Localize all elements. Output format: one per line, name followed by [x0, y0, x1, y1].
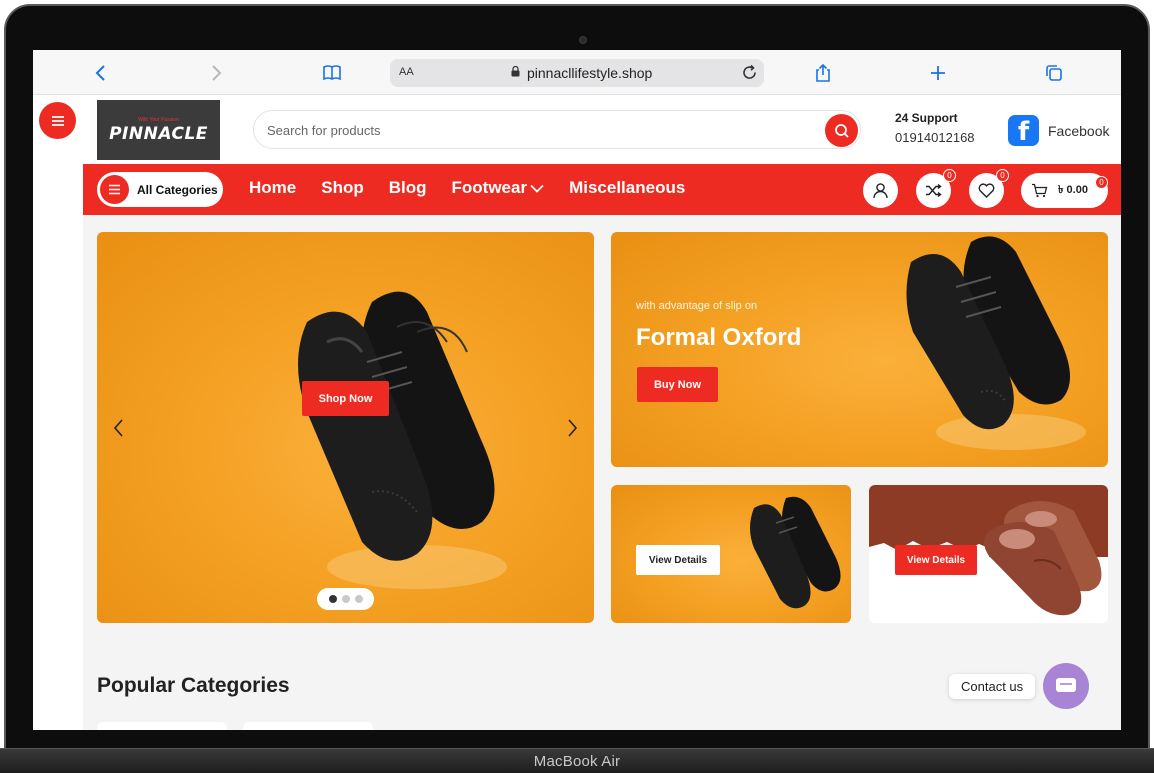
search-input[interactable]	[267, 120, 787, 140]
chevron-right-icon	[568, 419, 578, 437]
slider-dot-3[interactable]	[354, 595, 363, 603]
hamburger-icon	[51, 115, 64, 126]
cart-icon	[1032, 183, 1048, 198]
chevron-left-icon	[113, 419, 123, 437]
nav-blog[interactable]: Blog	[389, 178, 427, 198]
wishlist-button[interactable]: 0	[969, 169, 1009, 208]
contact-label[interactable]: Contact us	[949, 673, 1036, 699]
share-icon[interactable]	[811, 61, 835, 85]
categories-menu-icon	[100, 175, 129, 204]
shuffle-icon	[926, 183, 942, 198]
category-card[interactable]	[243, 722, 373, 730]
address-bar[interactable]: AA pinnacllifestyle.shop	[390, 59, 764, 87]
category-card[interactable]	[97, 722, 227, 730]
browser-toolbar: AA pinnacllifestyle.shop	[33, 50, 1121, 95]
reload-icon[interactable]	[741, 64, 758, 81]
search-button[interactable]	[825, 114, 858, 147]
popular-categories-title: Popular Categories	[97, 674, 290, 697]
reader-aa-button[interactable]: AA	[399, 66, 414, 78]
logo-text: PINNACLE	[109, 123, 208, 144]
formal-oxford-image	[906, 236, 1086, 450]
view-details-button-2[interactable]: View Details	[895, 545, 977, 575]
slider-dot-2[interactable]	[341, 595, 350, 603]
nav-footwear-label: Footwear	[451, 178, 528, 197]
main-nav: All Categories Home Shop Blog Footwear M…	[83, 164, 1121, 215]
chevron-down-icon	[530, 184, 544, 193]
side-menu-button[interactable]	[39, 102, 76, 139]
new-tab-icon[interactable]	[926, 61, 950, 85]
search-box	[253, 110, 861, 149]
device-label: MacBook Air	[533, 752, 621, 770]
facebook-icon: f	[1008, 115, 1039, 146]
search-icon	[834, 123, 849, 138]
facebook-link[interactable]: f Facebook	[1008, 115, 1109, 146]
cart-amount: ৳ 0.00	[1058, 184, 1088, 196]
cart-button[interactable]: ৳ 0.00 0	[1021, 173, 1108, 208]
slider-dots	[317, 588, 374, 610]
nav-miscellaneous[interactable]: Miscellaneous	[569, 178, 685, 198]
all-categories-button[interactable]: All Categories	[97, 172, 223, 207]
buy-now-button[interactable]: Buy Now	[637, 367, 718, 402]
bookmarks-icon[interactable]	[320, 61, 344, 85]
forward-icon[interactable]	[204, 61, 228, 85]
screen: AA pinnacllifestyle.shop With Your Passi…	[33, 50, 1121, 730]
nav-links: Home Shop Blog Footwear Miscellaneous	[249, 178, 710, 198]
all-categories-label: All Categories	[137, 182, 218, 197]
left-sidebar	[33, 95, 83, 730]
nav-shop[interactable]: Shop	[321, 178, 364, 198]
tabs-overview-icon[interactable]	[1042, 61, 1066, 85]
user-icon	[873, 183, 888, 199]
hero-slider[interactable]: Shop Now	[97, 232, 594, 623]
loafer-shoes-image	[984, 501, 1102, 616]
slider-prev-arrow[interactable]	[109, 416, 129, 440]
promo-formal-oxford[interactable]: with advantage of slip on Formal Oxford …	[611, 232, 1108, 467]
wishlist-count-badge: 0	[996, 169, 1009, 182]
chat-icon	[1056, 678, 1077, 692]
nav-footwear[interactable]: Footwear	[452, 178, 545, 198]
view-details-button-1[interactable]: View Details	[636, 545, 720, 575]
laptop-base: MacBook Air	[0, 748, 1154, 773]
cart-count-badge: 0	[1095, 176, 1108, 189]
chat-button[interactable]	[1043, 663, 1090, 709]
promo-small-left[interactable]: View Details	[611, 485, 851, 623]
camera	[579, 36, 587, 44]
facebook-label: Facebook	[1048, 122, 1110, 139]
slider-dot-1[interactable]	[328, 595, 337, 603]
slider-next-arrow[interactable]	[562, 416, 582, 440]
url-text: pinnacllifestyle.shop	[527, 65, 653, 81]
shop-now-button[interactable]: Shop Now	[302, 381, 389, 416]
site-logo[interactable]: With Your Passion PINNACLE	[97, 100, 220, 160]
back-icon[interactable]	[89, 61, 113, 85]
contact-widget: Contact us	[949, 663, 1090, 709]
site-header: With Your Passion PINNACLE 24 Support 01…	[83, 95, 1121, 164]
account-button[interactable]	[863, 173, 898, 208]
compare-button[interactable]: 0	[916, 169, 956, 208]
promo-title: Formal Oxford	[636, 324, 802, 351]
support-info: 24 Support 01914012168	[895, 111, 975, 145]
support-phone[interactable]: 01914012168	[895, 130, 975, 145]
heart-icon	[978, 183, 995, 198]
promo-small-right[interactable]: View Details	[869, 485, 1108, 623]
small-shoes-image	[750, 496, 841, 609]
logo-tagline: With Your Passion	[138, 116, 179, 123]
support-title: 24 Support	[895, 111, 958, 125]
nav-home[interactable]: Home	[249, 178, 296, 198]
oxford-shoes-image	[298, 291, 507, 589]
main-content: Shop Now with advantage of slip on Forma…	[83, 215, 1121, 730]
lock-icon	[511, 66, 520, 77]
compare-count-badge: 0	[943, 169, 956, 182]
promo-eyebrow: with advantage of slip on	[636, 300, 758, 312]
